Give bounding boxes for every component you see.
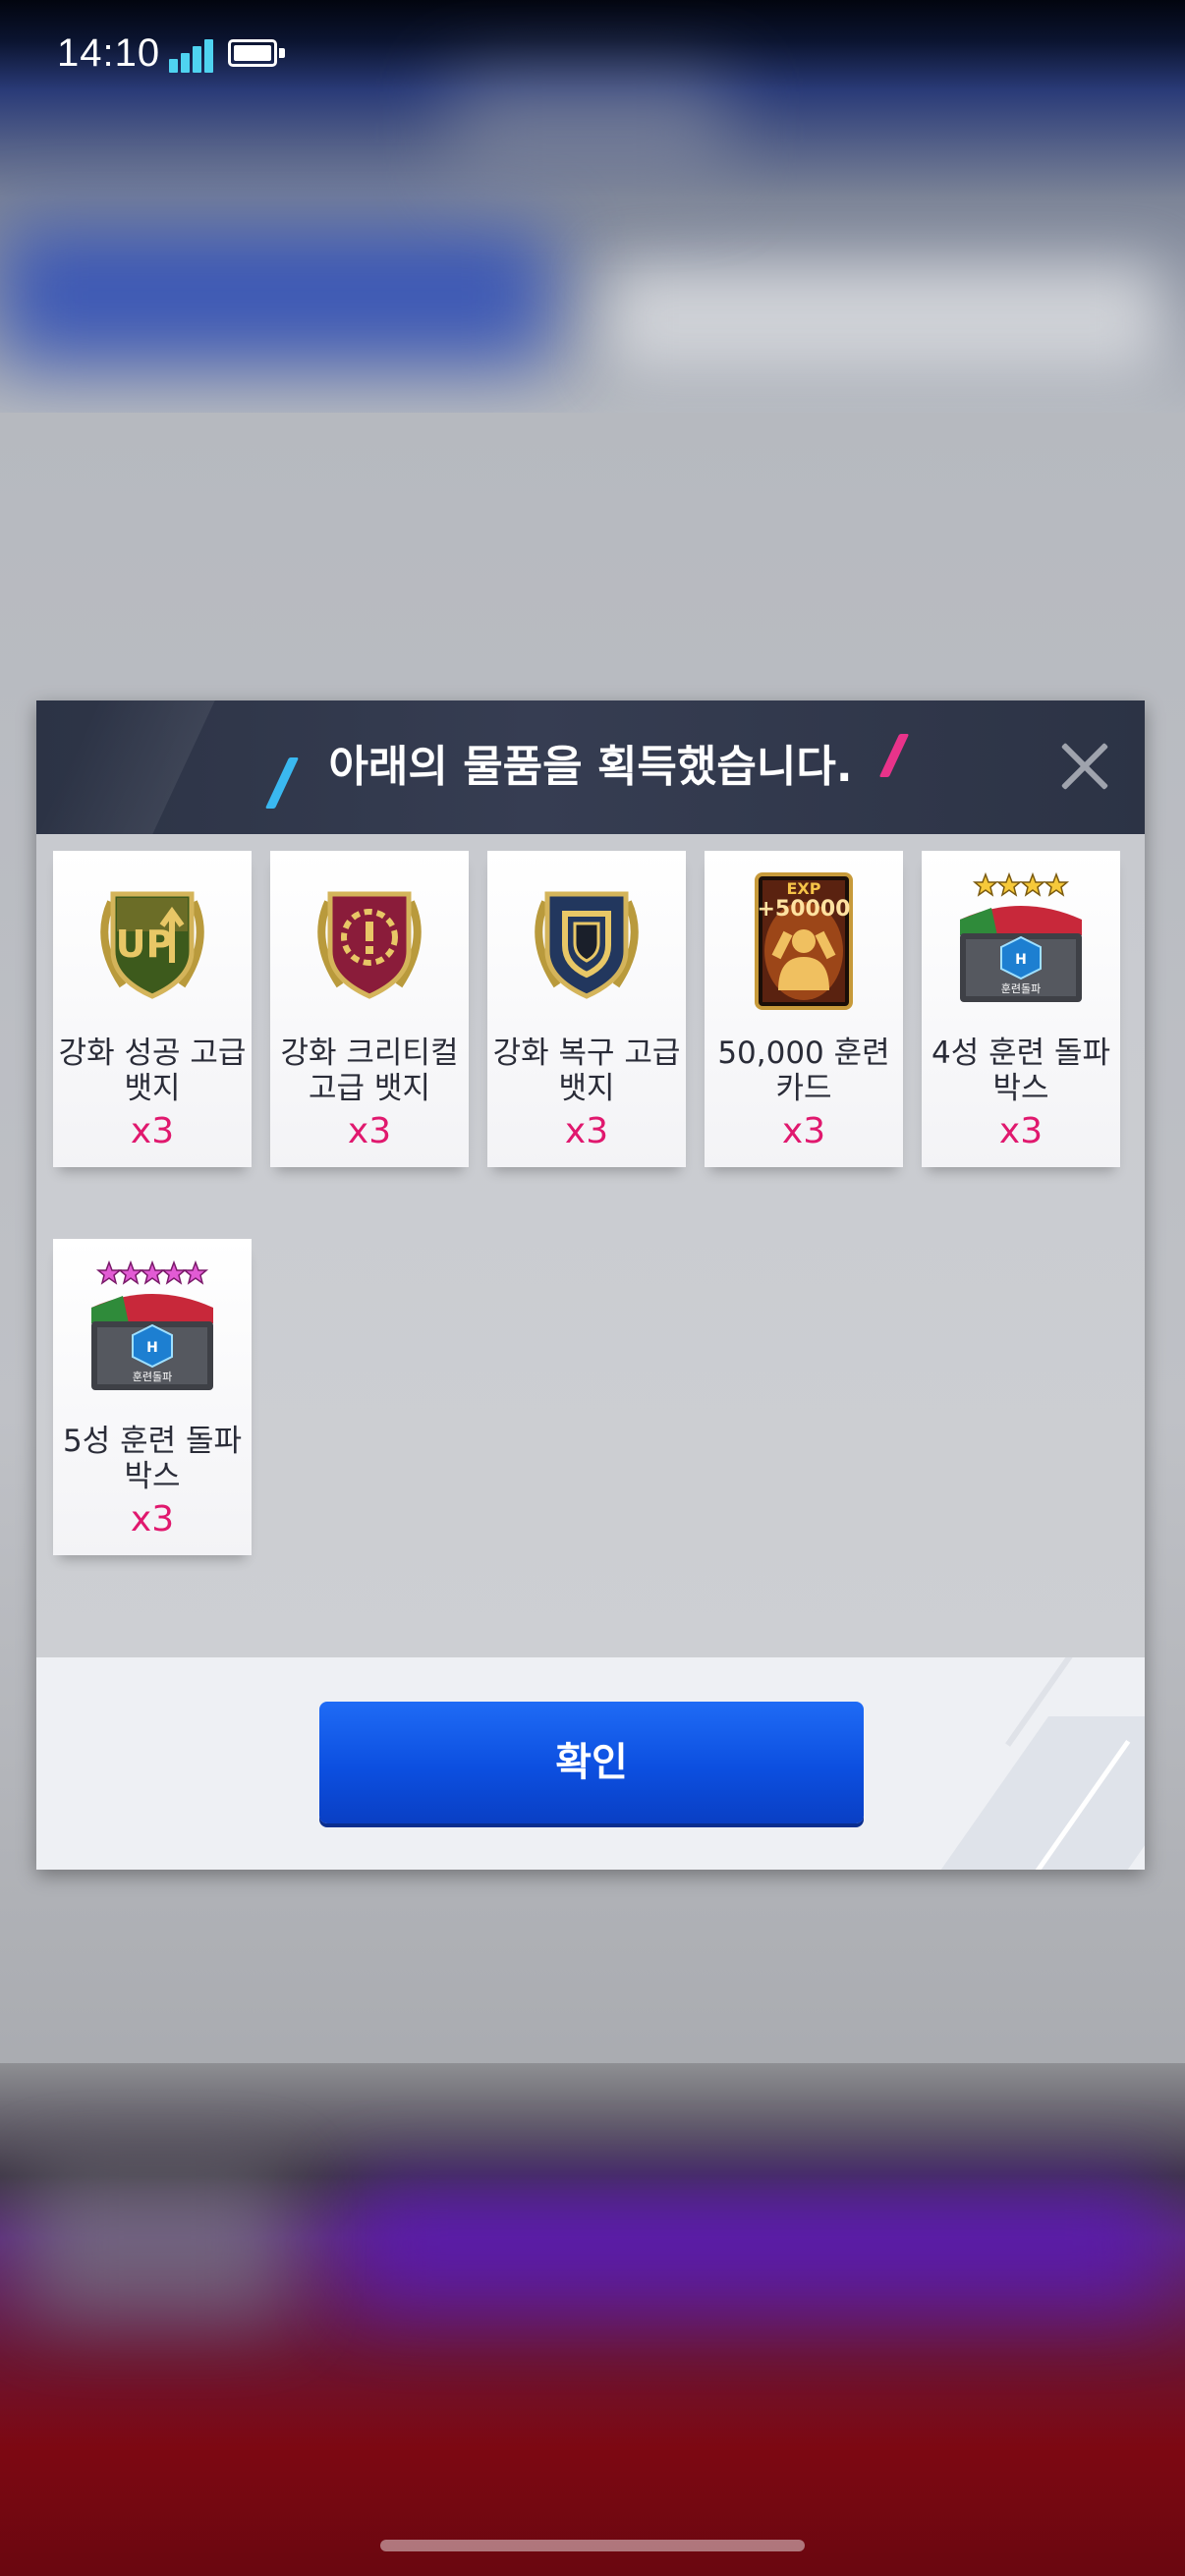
reward-dialog: 아래의 물품을 획득했습니다. UP 강화 성공 고급 뱃지 x3 강화 크리티… [36, 700, 1145, 1870]
item-name: 50,000 훈련 카드 [717, 1036, 890, 1106]
reward-item-card: EXP +50000 50,000 훈련 카드 x3 [705, 851, 903, 1167]
item-quantity: x3 [130, 1111, 175, 1151]
item-name: 강화 크리티컬 고급 뱃지 [280, 1036, 459, 1106]
home-indicator[interactable] [380, 2540, 805, 2551]
reward-item-card: 강화 크리티컬 고급 뱃지 x3 [270, 851, 469, 1167]
item-name: 4성 훈련 돌파 박스 [931, 1036, 1111, 1106]
item-quantity: x3 [130, 1499, 175, 1540]
box-label: 훈련돌파 [133, 1371, 172, 1383]
item-name: 5성 훈련 돌파 박스 [62, 1424, 243, 1494]
reward-item-card: 강화 복구 고급 뱃지 x3 [487, 851, 686, 1167]
recovery-shield-badge-icon [535, 891, 639, 999]
battery-full-icon [228, 39, 287, 71]
svg-text:H: H [146, 1340, 158, 1356]
dialog-footer: 확인 [36, 1657, 1145, 1870]
item-quantity: x3 [564, 1111, 609, 1151]
dialog-header: 아래의 물품을 획득했습니다. [36, 700, 1145, 834]
item-quantity: x3 [998, 1111, 1044, 1151]
close-icon[interactable] [1054, 736, 1113, 795]
exp-label: EXP [787, 879, 821, 898]
signal-bars-icon [169, 37, 218, 73]
box-label: 훈련돌파 [1001, 982, 1041, 995]
item-name: 강화 성공 고급 뱃지 [58, 1036, 247, 1106]
confirm-button[interactable]: 확인 [319, 1702, 864, 1823]
item-name: 강화 복구 고급 뱃지 [492, 1036, 681, 1106]
reward-item-card: UP 강화 성공 고급 뱃지 x3 [53, 851, 252, 1167]
svg-text:H: H [1015, 952, 1027, 968]
svg-text:UP: UP [116, 923, 174, 966]
upgrade-success-badge-icon: UP [100, 891, 204, 999]
training-box-5star-icon: H 훈련돌파 [91, 1260, 213, 1390]
reward-items-grid: UP 강화 성공 고급 뱃지 x3 강화 크리티컬 고급 뱃지 x3 강화 복구… [36, 834, 1145, 1657]
exp-training-card-icon: EXP +50000 [755, 872, 853, 1010]
reward-item-card: H 훈련돌파 5성 훈련 돌파 박스 x3 [53, 1239, 252, 1555]
dialog-title: 아래의 물품을 획득했습니다. [328, 742, 853, 792]
status-time: 14:10 [57, 31, 161, 75]
reward-item-card: H 훈련돌파 4성 훈련 돌파 박스 x3 [922, 851, 1120, 1167]
critical-badge-icon [317, 891, 422, 999]
status-bar: 14:10 [0, 0, 1185, 108]
exp-value: +50000 [758, 897, 851, 922]
item-quantity: x3 [781, 1111, 826, 1151]
item-quantity: x3 [347, 1111, 392, 1151]
training-box-4star-icon: H 훈련돌파 [960, 872, 1082, 1002]
